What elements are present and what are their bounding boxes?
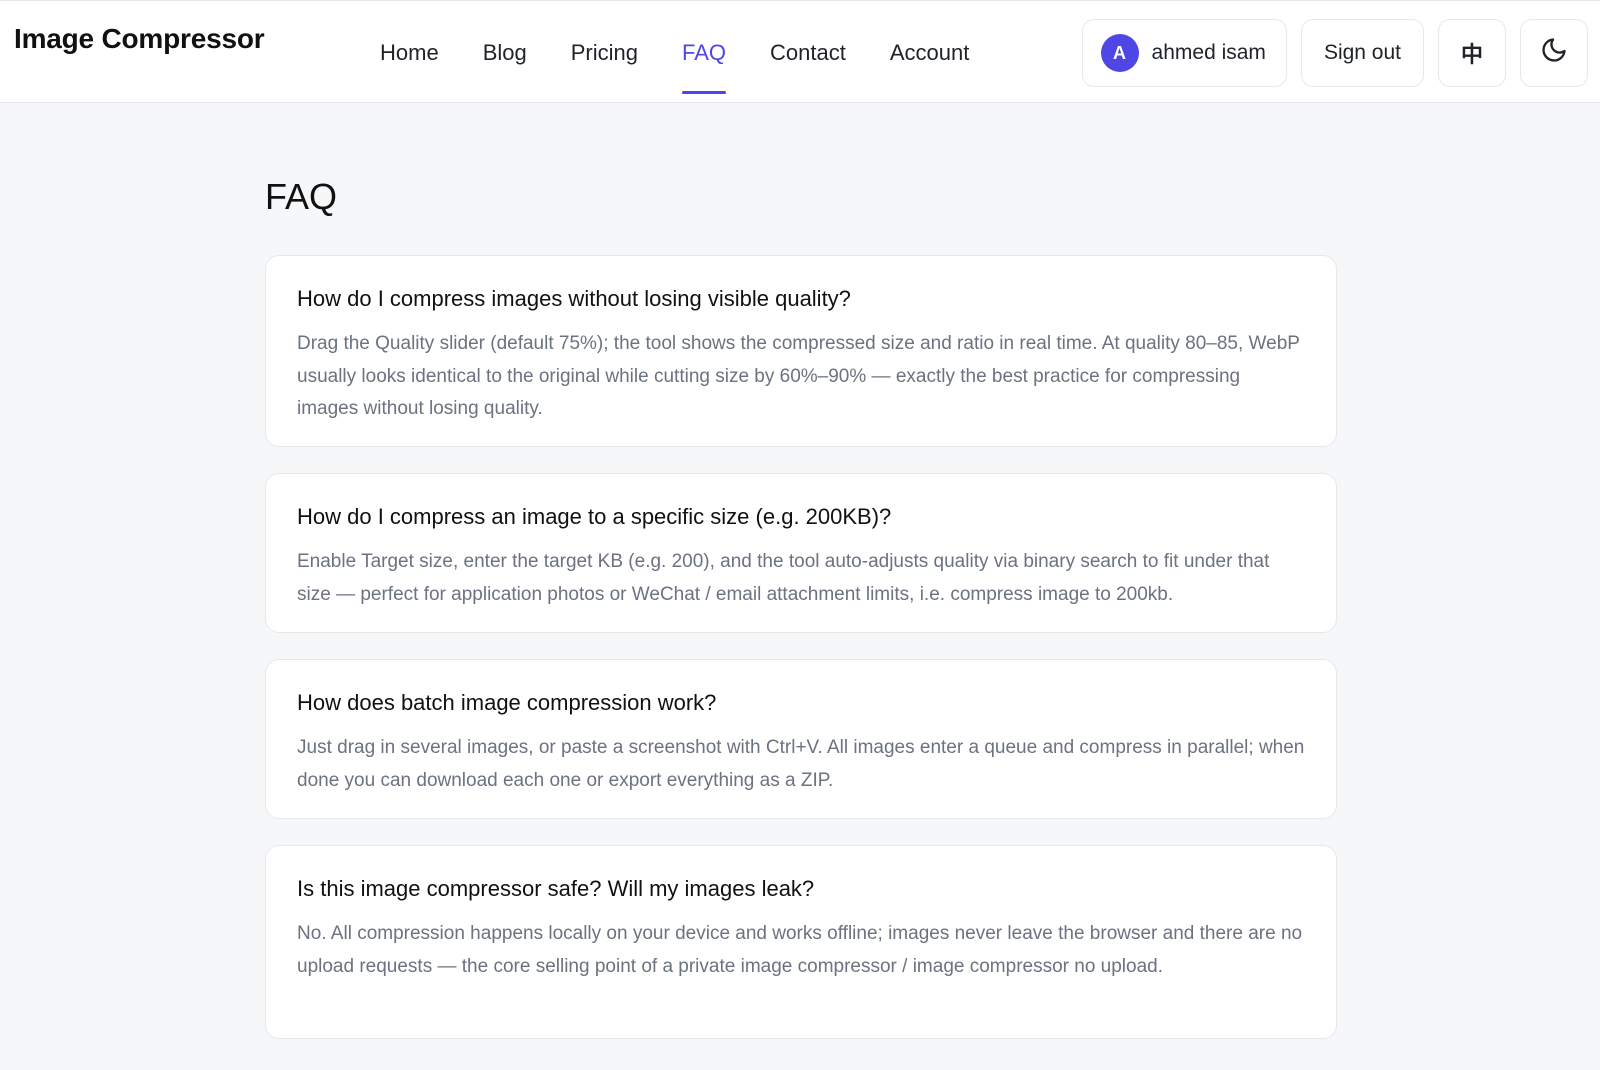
avatar: A [1100, 34, 1139, 72]
faq-question: How do I compress images without losing … [297, 286, 851, 311]
brand-logo[interactable]: Image Compressor [14, 23, 265, 55]
user-name: ahmed isam [1151, 41, 1266, 64]
faq-question: Is this image compressor safe? Will my i… [297, 876, 815, 901]
faq-item: Is this image compressor safe? Will my i… [265, 845, 1337, 1039]
nav-pricing[interactable]: Pricing [571, 36, 638, 70]
faq-answer: Just drag in several images, or paste a … [297, 737, 1305, 791]
nav-home[interactable]: Home [380, 36, 439, 70]
main-content: FAQ How do I compress images without los… [265, 103, 1337, 1065]
main-nav: Home Blog Pricing FAQ Contact Account [380, 1, 1013, 104]
faq-list: How do I compress images without losing … [265, 255, 1337, 1039]
theme-toggle-button[interactable] [1520, 19, 1588, 87]
faq-answer: Drag the Quality slider (default 75%); t… [297, 333, 1300, 419]
faq-item: How does batch image compression work? J… [265, 659, 1337, 819]
sign-out-button[interactable]: Sign out [1300, 19, 1424, 87]
user-menu-button[interactable]: A ahmed isam [1081, 19, 1287, 87]
header-actions: A ahmed isam Sign out 中 [1081, 19, 1588, 87]
nav-contact[interactable]: Contact [770, 36, 846, 70]
faq-answer: No. All compression happens locally on y… [297, 923, 1303, 977]
faq-answer: Enable Target size, enter the target KB … [297, 551, 1270, 605]
page-title: FAQ [265, 176, 338, 217]
language-toggle-button[interactable]: 中 [1438, 19, 1506, 87]
faq-item: How do I compress an image to a specific… [265, 473, 1337, 633]
faq-item: How do I compress images without losing … [265, 255, 1337, 447]
faq-question: How does batch image compression work? [297, 690, 717, 715]
faq-question: How do I compress an image to a specific… [297, 504, 892, 529]
nav-account[interactable]: Account [890, 36, 970, 70]
top-header: Image Compressor Home Blog Pricing FAQ C… [0, 0, 1600, 103]
moon-icon [1540, 36, 1568, 70]
nav-blog[interactable]: Blog [483, 36, 527, 70]
nav-faq[interactable]: FAQ [681, 36, 727, 94]
